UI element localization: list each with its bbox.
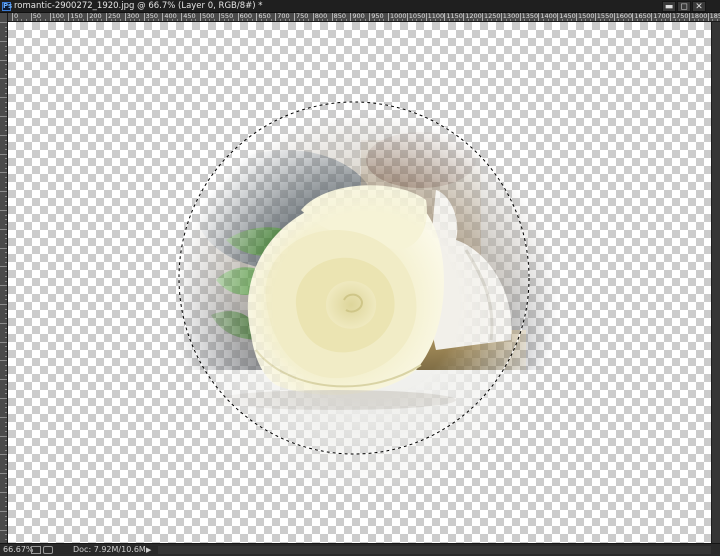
ruler-tick [0,40,7,42]
ruler-major-tick [68,13,70,21]
document-title: romantic-2900272_1920.jpg @ 66.7% (Layer… [14,1,263,11]
ruler-label: 1850 [709,13,720,20]
minimize-icon[interactable]: ▬ [662,1,676,12]
ruler-major-tick [613,13,615,21]
photoshop-app-icon: Ps [2,2,13,11]
ruler-major-tick [444,13,446,21]
ruler-tick [0,210,7,211]
document-size-info: Doc: 7.92M/10.6M [73,545,146,554]
ruler-major-tick [237,13,239,21]
horizontal-ruler[interactable]: 0 50 100 150 200 250 300 350 400 450 500 550 600 650 7… [8,13,720,22]
ruler-major-tick [350,13,352,21]
ruler-major-tick [106,13,107,21]
ruler-tick [0,435,7,437]
close-icon[interactable]: ✕ [692,1,706,12]
ruler-tick [0,510,7,512]
ruler-tick [0,304,7,305]
ruler-major-tick [49,13,51,21]
ruler-tick [0,78,7,80]
vertical-scrollbar[interactable] [711,22,720,543]
ruler-major-tick [369,13,371,21]
ruler-tick [0,97,7,99]
ruler-major-tick [312,13,314,21]
status-bar: 66.67% Doc: 7.92M/10.6M ▶ [0,543,720,556]
screen-mode-icon[interactable] [31,546,41,554]
ruler-major-tick [557,13,559,21]
ruler-major-tick [632,13,634,21]
ruler-major-tick [331,13,333,21]
ruler-tick [0,266,7,268]
ruler-tick [0,360,7,362]
proof-icon[interactable] [43,546,53,554]
horizontal-scrollbar[interactable] [158,546,711,554]
ruler-major-tick [576,13,577,21]
maximize-icon[interactable]: ◻ [677,1,691,12]
ruler-major-tick [218,13,220,21]
ruler-tick [0,454,7,456]
ruler-tick [0,116,7,117]
zoom-level-field[interactable]: 66.67% [3,544,34,556]
ruler-tick [0,285,7,287]
ruler-tick [0,59,7,61]
ruler-major-tick [87,13,89,21]
ruler-major-tick [594,13,596,21]
ruler-major-tick [670,13,671,21]
ruler-tick [0,322,7,324]
ruler-major-tick [425,13,427,21]
ruler-major-tick [200,13,201,21]
ruler-major-tick [30,13,32,21]
ruler-major-tick [275,13,277,21]
ruler-tick [0,529,7,531]
ruler-major-tick [651,13,653,21]
ruler-major-tick [688,13,690,21]
ruler-tick [0,473,7,475]
ruler-major-tick [388,13,389,21]
ruler-major-tick [482,13,483,21]
ruler-tick [0,416,7,418]
ruler-major-tick [538,13,540,21]
title-bar: Ps romantic-2900272_1920.jpg @ 66.7% (La… [0,0,720,13]
ruler-major-tick [12,13,13,21]
ruler-tick [0,228,7,230]
ruler-major-tick [256,13,258,21]
ruler-tick [0,398,7,399]
ruler-major-tick [162,13,164,21]
ruler-tick [0,191,7,193]
ruler-major-tick [519,13,521,21]
ruler-major-tick [406,13,408,21]
ruler-tick [0,134,7,136]
ruler-major-tick [124,13,126,21]
document-canvas[interactable] [8,22,711,543]
ruler-tick [0,247,7,249]
ruler-major-tick [463,13,465,21]
ruler-tick [0,341,7,343]
ruler-tick [0,379,7,381]
ruler-tick [0,492,7,493]
vertical-ruler[interactable] [0,13,8,543]
ruler-major-tick [500,13,502,21]
ruler-major-tick [707,13,709,21]
ruler-major-tick [294,13,295,21]
elliptical-selection-marquee[interactable] [168,100,538,460]
ruler-major-tick [181,13,183,21]
status-menu-arrow-icon[interactable]: ▶ [146,544,151,556]
ruler-tick [0,153,7,155]
ruler-tick [0,22,7,23]
ruler-major-tick [143,13,145,21]
ruler-tick [0,172,7,174]
